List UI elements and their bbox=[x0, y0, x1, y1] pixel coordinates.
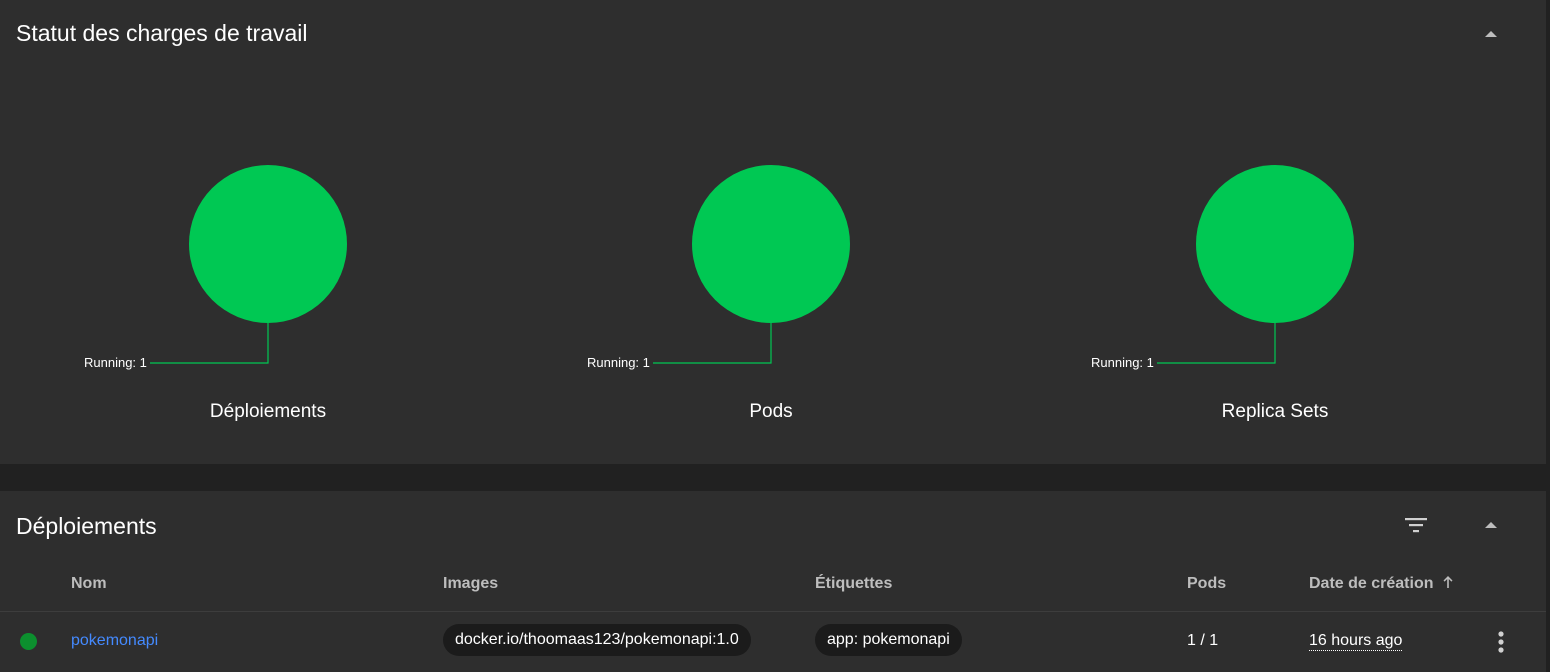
table-header: Nom Images Étiquettes Pods Date de créat… bbox=[0, 573, 1546, 612]
running-slice[interactable] bbox=[189, 165, 347, 323]
legend-connector bbox=[1157, 323, 1276, 364]
chart-deployments: Running: 1 Déploiements bbox=[84, 0, 448, 464]
collapse-deployments-button[interactable] bbox=[1477, 511, 1505, 539]
status-running-icon bbox=[20, 633, 37, 650]
filter-icon bbox=[1405, 518, 1427, 533]
chart-pods: Running: 1 Pods bbox=[587, 0, 951, 464]
table-row: pokemonapi docker.io/thoomaas123/pokemon… bbox=[0, 612, 1546, 672]
created-date[interactable]: 16 hours ago bbox=[1309, 632, 1403, 651]
label-chip: app: pokemonapi bbox=[815, 624, 962, 656]
column-created-label: Date de création bbox=[1309, 575, 1434, 592]
column-created[interactable]: Date de création bbox=[1309, 575, 1454, 593]
filter-button[interactable] bbox=[1402, 511, 1430, 539]
chart-legend: Running: 1 bbox=[84, 355, 147, 370]
chart-legend: Running: 1 bbox=[1091, 355, 1154, 370]
deployment-name-link[interactable]: pokemonapi bbox=[71, 632, 158, 650]
column-images[interactable]: Images bbox=[443, 575, 498, 593]
running-slice[interactable] bbox=[692, 165, 850, 323]
legend-connector bbox=[150, 323, 269, 364]
collapse-status-button[interactable] bbox=[1477, 20, 1505, 48]
chart-label: Replica Sets bbox=[1221, 401, 1329, 422]
column-pods[interactable]: Pods bbox=[1187, 575, 1226, 593]
column-name[interactable]: Nom bbox=[71, 575, 107, 593]
row-menu-button[interactable] bbox=[1487, 628, 1515, 656]
column-labels[interactable]: Étiquettes bbox=[815, 575, 892, 593]
chevron-up-icon bbox=[1485, 31, 1497, 37]
chart-replica-sets: Running: 1 Replica Sets bbox=[1091, 0, 1455, 464]
image-chip: docker.io/thoomaas123/pokemonapi:1.0 bbox=[443, 624, 751, 656]
chevron-up-icon bbox=[1485, 522, 1497, 528]
legend-connector bbox=[653, 323, 772, 364]
workload-status-card: Statut des charges de travail Running: 1… bbox=[0, 0, 1546, 464]
more-vert-icon bbox=[1498, 631, 1504, 653]
chart-label: Déploiements bbox=[209, 401, 327, 422]
chart-legend: Running: 1 bbox=[587, 355, 650, 370]
arrow-up-icon bbox=[1443, 576, 1453, 588]
running-slice[interactable] bbox=[1196, 165, 1354, 323]
chart-label: Pods bbox=[749, 401, 793, 422]
deployments-title: Déploiements bbox=[16, 513, 157, 539]
pods-count: 1 / 1 bbox=[1187, 632, 1219, 649]
